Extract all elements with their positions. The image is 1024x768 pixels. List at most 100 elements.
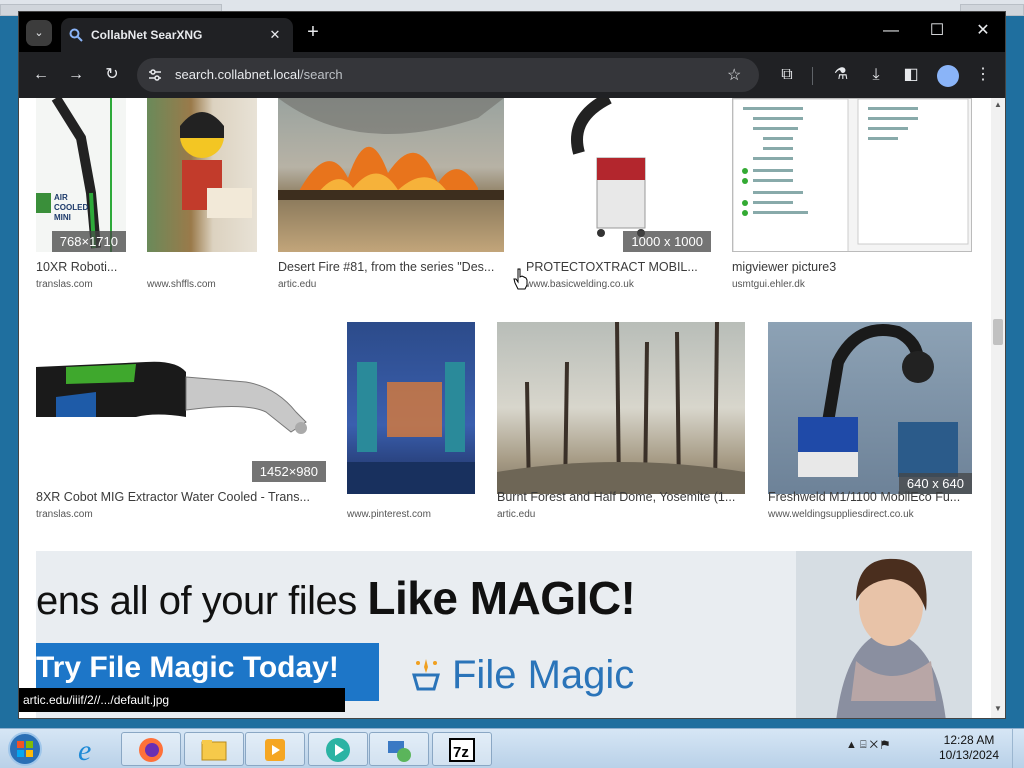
site-info-icon[interactable] [147,67,163,83]
clock-time: 12:28 AM [943,733,995,747]
page-scrollbar[interactable]: ▲ ▼ [991,98,1005,718]
magic-hat-icon [412,659,440,691]
bookmark-star-icon[interactable]: ☆ [727,65,741,85]
fume-arm-extractor-image [798,324,958,477]
media-player-icon [265,739,285,761]
image-dimensions: 1000 x 1000 [623,231,711,252]
7zip-taskbar-icon[interactable]: 7z [432,732,492,766]
firefox-taskbar-icon[interactable] [121,732,181,766]
active-tab[interactable]: CollabNet SearXNG ✕ [61,18,293,52]
circle-app-taskbar-icon[interactable] [308,732,368,766]
7zip-icon: 7z [449,738,475,762]
windows-taskbar: e 7z ▲ ⌸ ✕ ⚑ 12:28 AM 10/13/2024 [0,728,1024,768]
fume-extractor-image [571,98,646,237]
search-favicon-icon [69,28,83,42]
start-orb-icon[interactable] [6,731,44,767]
result-title[interactable]: 10XR Roboti... [36,260,136,274]
labs-flask-icon[interactable]: ⚗ [829,63,853,87]
mig-torch-image [36,361,307,434]
system-tray[interactable]: ▲ ⌸ ✕ ⚑ [846,739,889,752]
ad-cta-label: Try File Magic Today! [36,651,339,684]
image-result-thumb[interactable] [278,98,504,252]
folder-icon [201,740,227,761]
media-taskbar-icon[interactable] [245,732,305,766]
image-result-thumb[interactable]: 640 x 640 [768,322,972,494]
network-icon [388,741,411,762]
system-clock[interactable]: 12:28 AM 10/13/2024 [934,733,1004,763]
status-bar-url: artic.edu/iiif/2//.../default.jpg [19,688,345,712]
app-circle-icon [326,738,350,762]
forward-icon[interactable]: → [64,63,88,87]
browser-window: ⌄ CollabNet SearXNG ✕ + — ☐ ✕ ← → ↻ sear… [18,11,1006,719]
result-title[interactable]: Burnt Forest and Half Dome, Yosemite (1.… [497,490,745,504]
tab-strip: ⌄ CollabNet SearXNG ✕ + — ☐ ✕ [19,12,1005,52]
show-desktop-button[interactable] [1012,729,1024,768]
url-host: search.collabnet.local [175,67,301,82]
image-dimensions: 768×1710 [51,231,126,252]
image-result-thumb[interactable] [147,98,257,252]
extensions-icon[interactable]: ⧉ [775,63,799,87]
result-title[interactable]: PROTECTOXTRACT MOBIL... [526,260,711,274]
ad-headline: ens all of your files Like MAGIC! [36,571,636,625]
welding-torch-image [36,98,112,252]
image-result-thumb[interactable] [497,322,745,494]
tab-title: CollabNet SearXNG [91,28,203,42]
toolbar-divider [812,67,813,85]
page-viewport: AIR COOLED MINI 768×1710 1000 x 1000 10X… [19,98,1005,718]
url-text[interactable]: search.collabnet.local/search [175,67,343,82]
ad-brand-name: File Magic [452,653,635,697]
minimize-icon[interactable]: — [873,20,909,42]
image-dimensions: 1452×980 [251,461,326,482]
image-result-thumb[interactable]: 1000 x 1000 [509,98,711,252]
result-source[interactable]: www.shffls.com [147,279,216,290]
reload-icon[interactable]: ↻ [100,63,124,87]
ie-taskbar-icon[interactable]: e [60,732,120,766]
tab-close-icon[interactable]: ✕ [265,25,285,45]
hand-cursor-icon [513,268,528,290]
result-title[interactable]: Freshweld M1/1100 MobilEco Fu... [768,490,972,504]
result-source[interactable]: www.weldingsuppliesdirect.co.uk [768,509,914,520]
profile-avatar-icon[interactable] [937,65,959,87]
new-tab-icon[interactable]: + [302,22,324,44]
ad-headline-start: ens all of your files [36,579,368,623]
ad-headline-bold: Like MAGIC! [367,572,636,624]
file-tree-screenshot-image [733,99,969,251]
image-result-thumb[interactable] [347,322,475,494]
maximize-icon[interactable]: ☐ [919,20,955,42]
scroll-up-icon[interactable]: ▲ [993,100,1003,110]
desert-fire-image [278,98,504,200]
back-icon[interactable]: ← [29,63,53,87]
result-title[interactable]: 8XR Cobot MIG Extractor Water Cooled - T… [36,490,326,504]
result-source[interactable]: artic.edu [278,279,316,290]
address-bar[interactable]: search.collabnet.local/search ☆ [137,58,759,92]
image-result-thumb[interactable] [732,98,972,252]
tab-search-button[interactable]: ⌄ [26,20,52,46]
result-source[interactable]: usmtgui.ehler.dk [732,279,805,290]
explorer-taskbar-icon[interactable] [184,732,244,766]
image-result-thumb[interactable]: 1452×980 [36,322,326,482]
lego-figure-image [180,112,252,218]
result-source[interactable]: translas.com [36,509,93,520]
result-title[interactable]: migviewer picture3 [732,260,932,274]
woman-photo-image [796,551,972,718]
svg-text:e: e [78,734,91,764]
menu-kebab-icon[interactable]: ⋮ [971,63,995,87]
close-window-icon[interactable]: ✕ [965,20,1001,42]
minecraft-window-image [347,362,475,494]
result-source[interactable]: www.basicwelding.co.uk [526,279,634,290]
result-source[interactable]: artic.edu [497,509,535,520]
url-path: /search [300,67,343,82]
burnt-forest-image [497,322,745,494]
result-source[interactable]: translas.com [36,279,93,290]
internet-explorer-icon: e [78,734,91,764]
side-panel-icon[interactable]: ◧ [899,63,923,87]
browser-toolbar: ← → ↻ search.collabnet.local/search ☆ ⧉ … [19,52,1005,98]
image-result-thumb[interactable]: AIR COOLED MINI 768×1710 [36,98,126,252]
result-title[interactable]: Desert Fire #81, from the series "Des... [278,260,508,274]
scroll-down-icon[interactable]: ▼ [993,704,1003,714]
network-taskbar-icon[interactable] [369,732,429,766]
result-source[interactable]: www.pinterest.com [347,509,431,520]
scrollbar-thumb[interactable] [993,319,1003,345]
clock-date: 10/13/2024 [938,748,1000,762]
download-icon[interactable]: ⤓ [864,63,888,87]
